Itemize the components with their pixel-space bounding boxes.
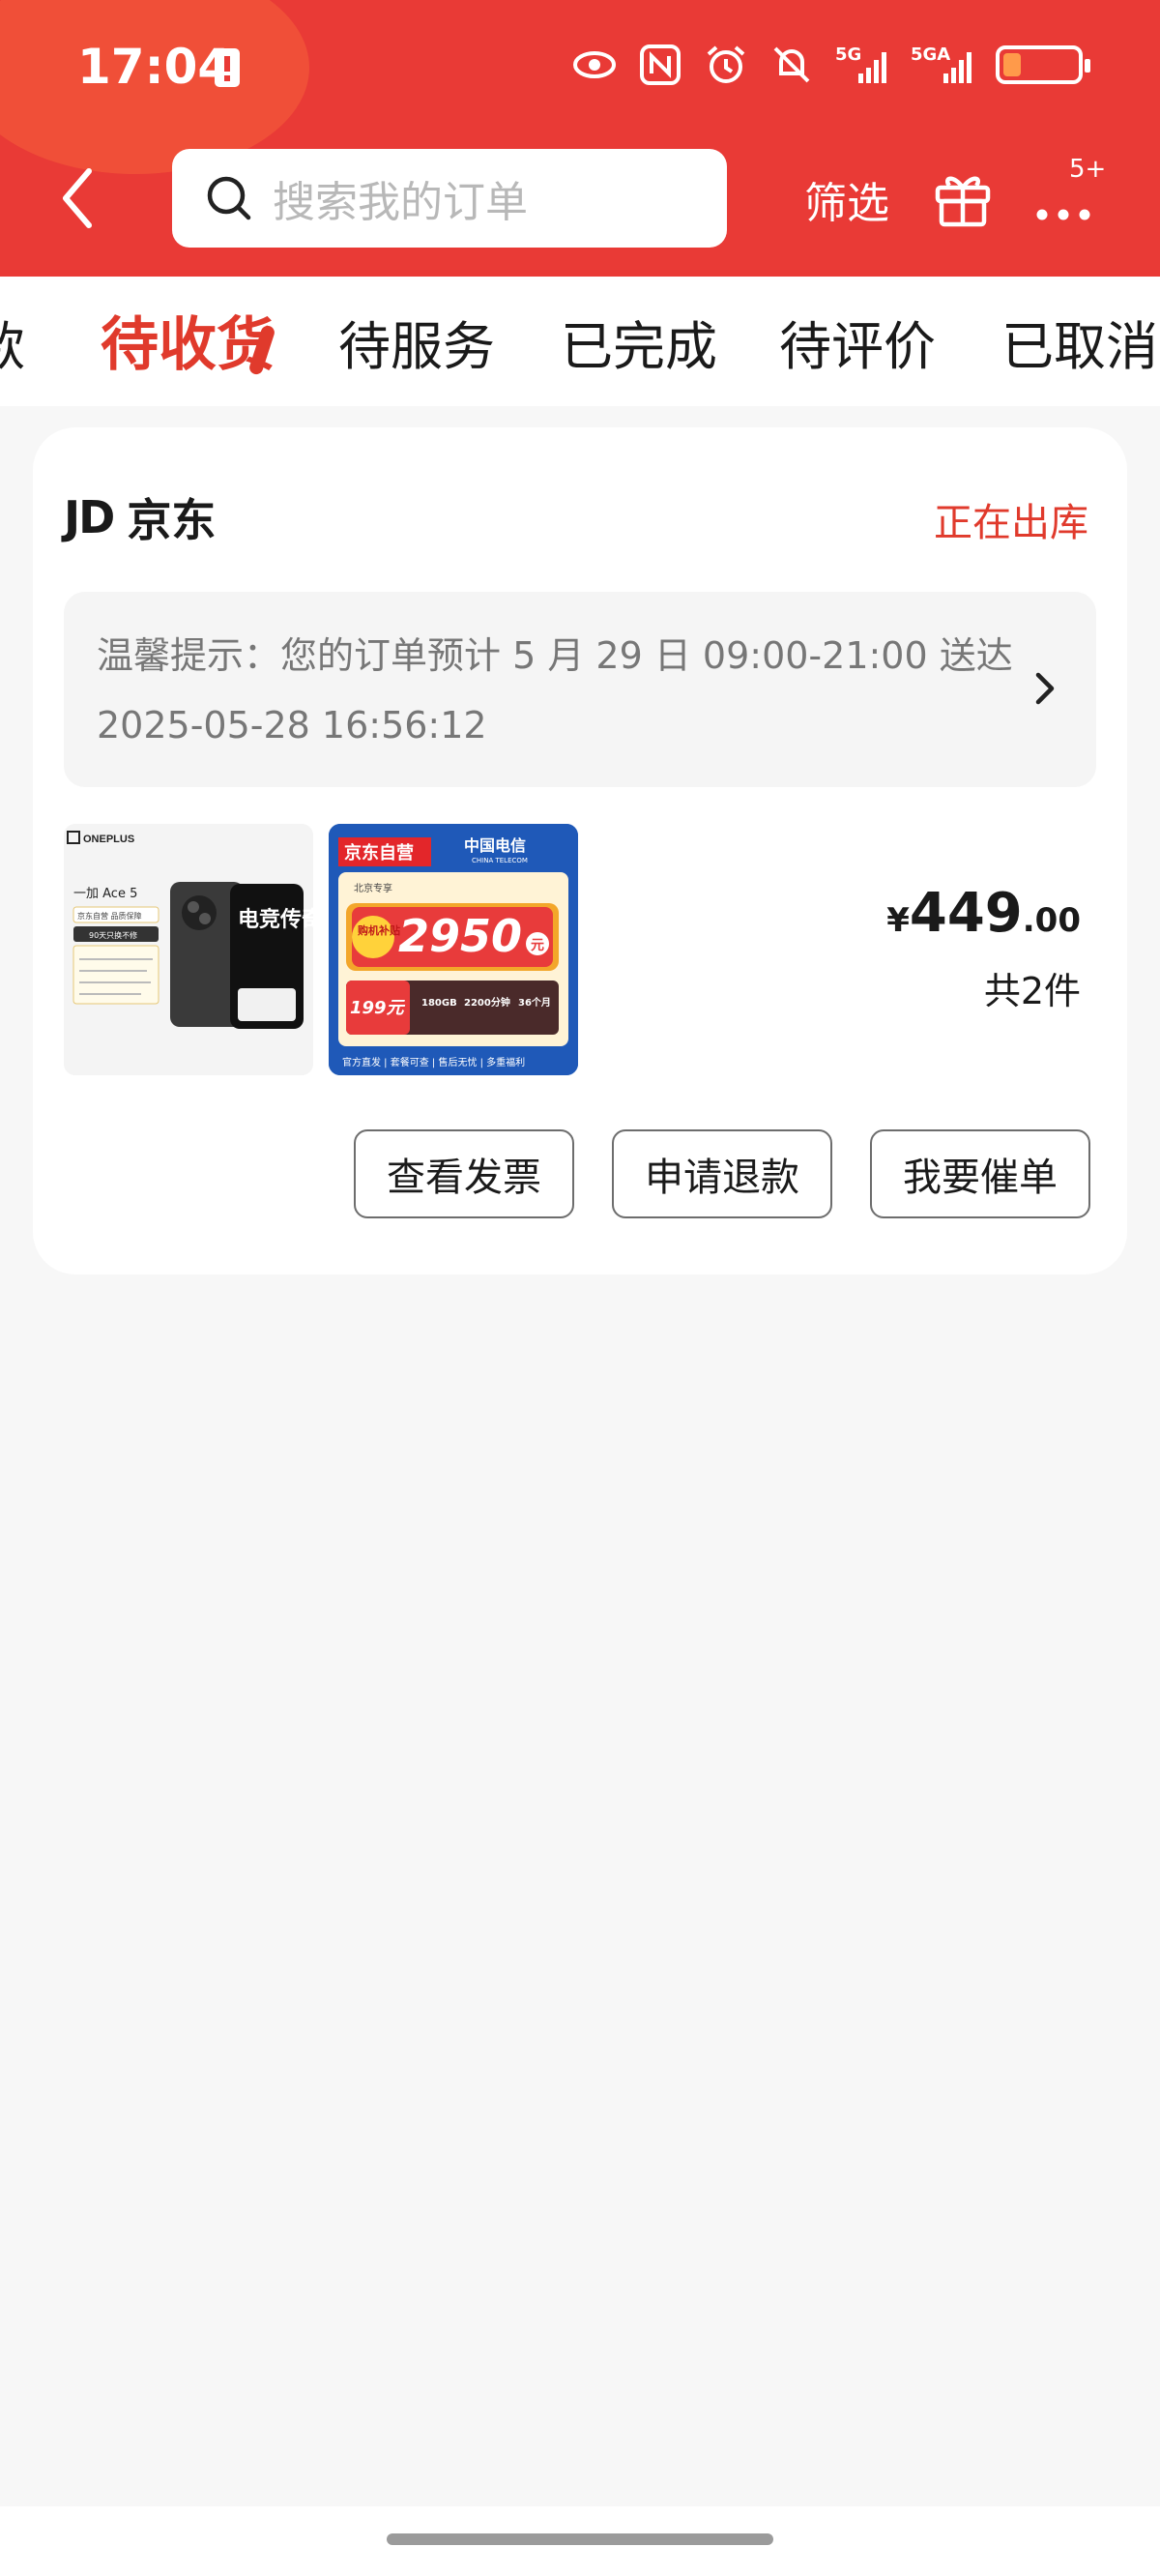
urge-order-button[interactable]: 我要催单 xyxy=(870,1129,1090,1218)
currency-symbol: ¥ xyxy=(886,901,910,940)
price-decimal: .00 xyxy=(1022,901,1081,940)
delivery-tip[interactable]: 温馨提示：您的订单预计 5 月 29 日 09:00-21:00 送达 2025… xyxy=(64,592,1096,787)
tab-cancelled[interactable]: 已取消 xyxy=(1001,304,1158,380)
product-thumbnail-telecom[interactable]: 京东自营 中国电信 CHINA TELECOM 北京专享 购机补贴 2950 元… xyxy=(329,824,578,1075)
order-tabs: 款 待收货 待服务 已完成 待评价 已取消 xyxy=(0,277,1160,406)
plan-minutes: 2200分钟 xyxy=(464,996,510,1009)
order-status: 正在出库 xyxy=(934,501,1088,545)
telecom-footer: 官方直发 | 套餐可查 | 售后无忧 | 多重福利 xyxy=(342,1056,525,1068)
chevron-left-icon xyxy=(63,168,92,228)
jd-logo: JD xyxy=(64,491,115,543)
phone-brand: ONEPLUS xyxy=(83,834,134,845)
tab-completed[interactable]: 已完成 xyxy=(561,304,717,380)
search-input[interactable]: 搜索我的订单 xyxy=(172,149,727,248)
notification-badge: 5+ xyxy=(1069,155,1107,184)
status-bar: 17:04 5G 5GA xyxy=(0,0,1160,145)
shop-label: 京东 xyxy=(127,494,217,546)
top-nav: 搜索我的订单 筛选 5+ xyxy=(0,145,1160,251)
gift-button[interactable] xyxy=(932,166,994,228)
phone-hero-text: 电竞传奇 xyxy=(238,907,313,932)
mute-icon xyxy=(769,43,814,87)
phone-product-image: ONEPLUS 一加 Ace 5 京东自营 品质保障 90天只换不修 电竞传奇 xyxy=(64,824,313,1075)
alarm-icon xyxy=(704,43,748,87)
back-button[interactable] xyxy=(58,164,116,232)
battery-alert-icon xyxy=(215,48,240,87)
tab-pending-receipt[interactable]: 待收货 xyxy=(101,298,275,382)
battery-icon xyxy=(996,45,1090,84)
chevron-right-icon xyxy=(1035,672,1055,705)
carrier-en: CHINA TELECOM xyxy=(472,857,528,864)
svg-text:5GA: 5GA xyxy=(911,44,950,65)
subsidy-label: 购机补贴 xyxy=(358,923,400,937)
gift-icon xyxy=(935,176,991,227)
eye-icon xyxy=(572,43,617,87)
subsidy-unit: 元 xyxy=(531,938,544,953)
view-invoice-button[interactable]: 查看发票 xyxy=(354,1129,574,1218)
status-icons: 5G 5GA xyxy=(572,43,1090,87)
order-card[interactable]: JD 京东 正在出库 温馨提示：您的订单预计 5 月 29 日 09:00-21… xyxy=(33,427,1127,1274)
carrier-name: 中国电信 xyxy=(464,836,526,855)
signal-5g-icon: 5G xyxy=(835,43,889,87)
telecom-product-image: 京东自营 中国电信 CHINA TELECOM 北京专享 购机补贴 2950 元… xyxy=(329,824,578,1075)
request-refund-button[interactable]: 申请退款 xyxy=(612,1129,832,1218)
signal-5ga-icon: 5GA xyxy=(911,43,974,87)
search-icon xyxy=(207,176,251,220)
phone-model: 一加 Ace 5 xyxy=(73,887,137,901)
phone-badge-1: 京东自营 品质保障 xyxy=(77,911,142,921)
product-thumbnail-phone[interactable]: ONEPLUS 一加 Ace 5 京东自营 品质保障 90天只换不修 电竞传奇 xyxy=(64,824,313,1075)
order-price: ¥449.00 xyxy=(886,882,1081,945)
shop-name[interactable]: JD 京东 xyxy=(64,485,216,549)
plan-price: 199元 xyxy=(350,998,406,1018)
nfc-icon xyxy=(638,43,682,87)
item-count: 共2件 xyxy=(983,970,1081,1012)
home-indicator[interactable] xyxy=(387,2533,773,2545)
plan-months: 36个月 xyxy=(518,996,551,1009)
app-header: 17:04 5G 5GA 搜索我的订单 筛选 5+ xyxy=(0,0,1160,277)
tip-timestamp: 2025-05-28 16:56:12 xyxy=(97,704,487,746)
tip-text: 温馨提示：您的订单预计 5 月 29 日 09:00-21:00 送达 xyxy=(97,634,1013,677)
more-button[interactable]: 5+ xyxy=(1032,155,1110,232)
price-integer: 449 xyxy=(909,882,1023,945)
beijing-exclusive: 北京专享 xyxy=(354,882,392,894)
subsidy-amount: 2950 xyxy=(398,910,522,962)
tab-pending-service[interactable]: 待服务 xyxy=(338,304,495,380)
phone-badge-2: 90天只换不修 xyxy=(89,930,137,940)
jd-self-operated: 京东自营 xyxy=(344,842,414,864)
svg-text:5G: 5G xyxy=(835,44,861,65)
tab-pending-review[interactable]: 待评价 xyxy=(779,304,936,380)
status-time: 17:04 xyxy=(77,39,232,95)
plan-data: 180GB xyxy=(421,998,457,1009)
tab-refund[interactable]: 款 xyxy=(0,304,25,380)
search-placeholder: 搜索我的订单 xyxy=(273,178,528,227)
filter-button[interactable]: 筛选 xyxy=(804,168,889,230)
